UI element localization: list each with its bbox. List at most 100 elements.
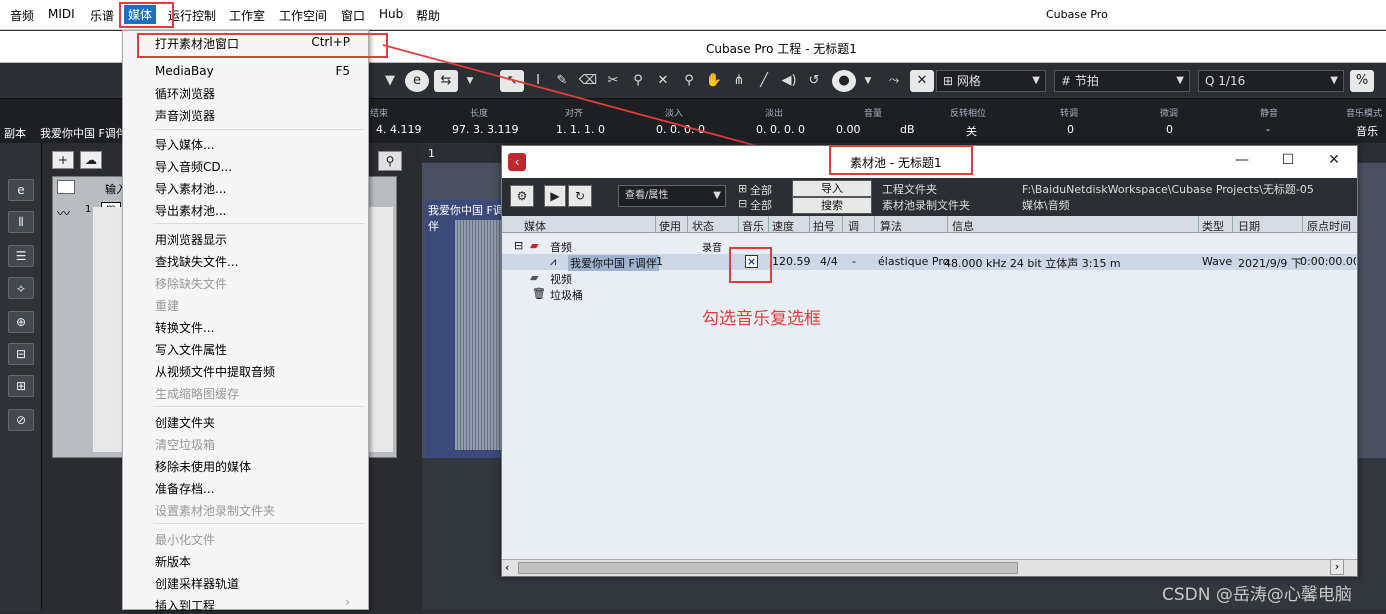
col-media[interactable]: 媒体 [524, 218, 546, 234]
col-date[interactable]: 日期 [1238, 218, 1260, 234]
menu-item-find-missing[interactable]: 查找缺失文件... [155, 253, 238, 270]
file-algorithm[interactable]: élastique Pro [878, 255, 949, 268]
menu-item-minimize-file: 最小化文件 [155, 533, 216, 547]
equalizer-icon[interactable]: ☰ [8, 245, 34, 267]
menu-item-write-attributes[interactable]: 写入文件属性 [155, 341, 227, 358]
menu-item-export-pool[interactable]: 导出素材池... [155, 202, 226, 219]
menu-item-convert-files[interactable]: 转换文件... [155, 319, 214, 336]
menu-item-mediabay[interactable]: MediaBay [155, 64, 214, 78]
maximize-icon[interactable]: ☐ [1278, 152, 1298, 168]
file-tempo[interactable]: 120.59 [772, 255, 811, 268]
folder-trash-label: 垃圾桶 [550, 289, 583, 302]
info-value-transpose[interactable]: 0 [1067, 123, 1074, 136]
menu-item-sound-browser[interactable]: 声音浏览器 [155, 107, 215, 124]
menu-workspaces[interactable]: 工作空间 [279, 7, 327, 24]
menu-item-remove-unused[interactable]: 移除未使用的媒体 [155, 458, 251, 475]
horizontal-scrollbar[interactable]: ‹ › [502, 559, 1357, 576]
file-type: Wave [1202, 255, 1233, 268]
highlight-box-media-menu [119, 2, 174, 28]
menu-item-show-in-browser[interactable]: 用浏览器显示 [155, 231, 227, 248]
info-value-musicmode[interactable]: 音乐 [1356, 123, 1378, 139]
grid-type-select[interactable]: # 节拍 ▼ [1054, 70, 1190, 92]
inserts-icon[interactable]: ⟡ [8, 277, 34, 299]
menu-item-insert-into-project[interactable]: 插入到工程 [155, 597, 215, 614]
loop-icon[interactable]: ↻ [568, 185, 592, 207]
col-status[interactable]: 状态 [692, 218, 714, 234]
file-date: 2021/9/9 下 [1238, 257, 1302, 270]
disable-icon[interactable]: ⊘ [8, 409, 34, 431]
view-attributes-select[interactable]: 查看/属性 ▼ [618, 185, 726, 207]
list-item[interactable]: ▰ 视频 [502, 270, 1357, 286]
menu-midi[interactable]: MIDI [48, 7, 75, 21]
menu-item-create-folder[interactable]: 创建文件夹 [155, 414, 215, 431]
scroll-left-icon[interactable]: ‹ [505, 561, 509, 574]
menu-item-loop-browser[interactable]: 循环浏览器 [155, 85, 215, 102]
menu-item-import-audio-cd[interactable]: 导入音频CD... [155, 158, 232, 175]
menu-item-new-version[interactable]: 新版本 [155, 553, 191, 570]
info-value-volume[interactable]: 0.00 [836, 123, 861, 136]
menu-item-import-pool[interactable]: 导入素材池... [155, 180, 226, 197]
menu-transport[interactable]: 运行控制 [168, 7, 216, 24]
close-icon[interactable]: ✕ [1324, 152, 1344, 168]
quantize-select[interactable]: Q 1/16 ▼ [1198, 70, 1344, 92]
color-tool-icon[interactable]: ● [832, 70, 856, 92]
dropdown-arrow-icon[interactable]: ▼ [856, 70, 880, 92]
edit-icon[interactable]: e [8, 179, 34, 201]
menu-item-extract-audio[interactable]: 从视频文件中提取音频 [155, 363, 275, 380]
info-value-mute[interactable]: - [1266, 123, 1270, 136]
pool-settings-icon[interactable]: ⚙ [510, 185, 534, 207]
menu-score[interactable]: 乐谱 [90, 7, 114, 24]
expand-all-icon[interactable]: ⊞ [738, 182, 747, 195]
file-key[interactable]: - [852, 255, 856, 268]
file-name[interactable]: 我爱你中国 F调伴 [568, 255, 659, 271]
info-left-value: 我爱你中国 F调伴 [40, 127, 127, 140]
menu-studio[interactable]: 工作室 [229, 7, 265, 24]
collapse-icon[interactable]: ⊟ [514, 239, 523, 252]
list-item[interactable]: ⊟ ▰ 音频 录音 [502, 238, 1357, 254]
col-origin-time[interactable]: 原点时间 [1307, 218, 1351, 234]
play-icon[interactable]: ▶ [544, 185, 566, 207]
search-button[interactable]: 搜索 [792, 197, 872, 214]
col-key[interactable]: 调 [848, 218, 859, 234]
col-music[interactable]: 音乐 [742, 218, 764, 234]
quick-controls-icon[interactable]: ⊟ [8, 343, 34, 365]
sends-icon[interactable]: ⊕ [8, 311, 34, 333]
add-track-icon[interactable]: + [52, 151, 74, 169]
menu-item-import-media[interactable]: 导入媒体... [155, 136, 214, 153]
fader-icon[interactable]: ⊞ [8, 375, 34, 397]
menu-help[interactable]: 帮助 [416, 7, 440, 24]
import-button[interactable]: 导入 [792, 180, 872, 197]
col-algorithm[interactable]: 算法 [880, 218, 902, 234]
iterative-quantize-icon[interactable]: % [1350, 70, 1374, 92]
audio-event[interactable]: 我爱你中国 F调伴 [425, 200, 505, 458]
minimize-icon[interactable]: — [1232, 152, 1252, 168]
table-row[interactable]: ⩘ 我爱你中国 F调伴 1 × 120.59 4/4 - élastique P… [502, 254, 1357, 271]
audio-mode-icon[interactable]: ⫴ [8, 211, 34, 233]
scrollbar-thumb[interactable] [518, 562, 1018, 574]
menu-window[interactable]: 窗口 [341, 7, 365, 24]
menu-audio[interactable]: 音频 [10, 7, 34, 24]
info-value-finetune[interactable]: 0 [1166, 123, 1173, 136]
file-info: 48.000 kHz 24 bit 立体声 3:15 m [944, 257, 1121, 270]
list-item[interactable]: 🗑 垃圾桶 [502, 286, 1357, 302]
snap-toggle-icon[interactable]: ✕ [910, 70, 934, 92]
menu-item-create-sampler-track[interactable]: 创建采样器轨道 [155, 575, 239, 592]
snap-type-select[interactable]: ⊞ 网格 ▼ [936, 70, 1046, 92]
menu-hub[interactable]: Hub [379, 7, 403, 21]
col-tempo[interactable]: 速度 [772, 218, 794, 234]
col-info[interactable]: 信息 [952, 218, 974, 234]
auto-fade-icon[interactable]: ⤳ [882, 70, 906, 92]
info-value-phase[interactable]: 关 [966, 123, 977, 139]
col-used[interactable]: 使用 [659, 218, 681, 234]
col-signature[interactable]: 拍号 [813, 218, 835, 234]
waveform-icon: ⩘ [550, 255, 557, 268]
pool-titlebar[interactable]: ‹ 素材池 - 无标题1 — ☐ ✕ [502, 145, 1357, 178]
scroll-right-icon[interactable]: › [1330, 559, 1344, 575]
file-signature[interactable]: 4/4 [820, 255, 838, 268]
collapse-all-icon[interactable]: ⊟ [738, 197, 747, 210]
add-folder-icon[interactable]: ☁ [80, 151, 102, 169]
col-type[interactable]: 类型 [1202, 218, 1224, 234]
dropdown-arrow-icon: ▼ [713, 190, 721, 201]
menu-item-open-pool[interactable]: 打开素材池窗口 [155, 35, 239, 52]
menu-item-prepare-archive[interactable]: 准备存档... [155, 480, 214, 497]
